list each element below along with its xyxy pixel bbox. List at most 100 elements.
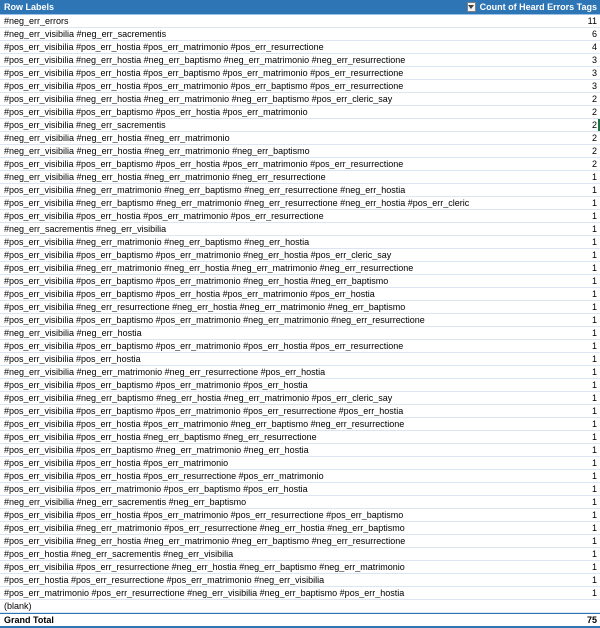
table-row[interactable]: #neg_err_sacrementis #neg_err_visibilia 1	[0, 223, 600, 236]
row-count: 2	[591, 107, 597, 117]
row-label: #pos_err_visibilia #neg_err_matrimonio #…	[4, 185, 406, 195]
row-count: 1	[591, 263, 597, 273]
row-label: #pos_err_visibilia #pos_err_hostia #pos_…	[4, 471, 324, 481]
table-row[interactable]: #pos_err_visibilia #neg_err_resurrection…	[0, 301, 600, 314]
table-row[interactable]: #neg_err_visibilia #neg_err_hostia #neg_…	[0, 132, 600, 145]
row-count: 1	[591, 276, 597, 286]
row-count: 1	[591, 510, 597, 520]
table-row[interactable]: #pos_err_visibilia #pos_err_baptismo #po…	[0, 379, 600, 392]
row-label: #pos_err_visibilia #pos_err_baptismo #po…	[4, 276, 389, 286]
count-header-cell: Count of Heard Errors Tags	[467, 2, 600, 12]
row-label: #pos_err_visibilia #neg_err_matrimonio #…	[4, 523, 405, 533]
table-row[interactable]: #pos_err_visibilia #pos_err_baptismo #po…	[0, 249, 600, 262]
table-row[interactable]: #pos_err_visibilia #pos_err_baptismo #po…	[0, 288, 600, 301]
table-row[interactable]: #pos_err_visibilia #neg_err_matrimonio #…	[0, 184, 600, 197]
row-count: 3	[591, 68, 597, 78]
table-row[interactable]: #pos_err_visibilia #pos_err_baptismo #po…	[0, 106, 600, 119]
row-count: 1	[591, 432, 597, 442]
row-label: #pos_err_visibilia #neg_err_hostia #neg_…	[4, 94, 393, 104]
row-label: #pos_err_visibilia #pos_err_baptismo #ne…	[4, 445, 309, 455]
row-label: #pos_err_visibilia #pos_err_baptismo #po…	[4, 380, 308, 390]
table-row[interactable]: #pos_err_visibilia #pos_err_hostia 1	[0, 353, 600, 366]
row-label: #pos_err_visibilia #pos_err_hostia #pos_…	[4, 510, 404, 520]
row-count: 1	[591, 471, 597, 481]
table-row[interactable]: #pos_err_visibilia #pos_err_matrimonio #…	[0, 483, 600, 496]
table-row[interactable]: #neg_err_visibilia #neg_err_hostia #neg_…	[0, 171, 600, 184]
row-label: #pos_err_visibilia #pos_err_baptismo #po…	[4, 250, 392, 260]
table-row[interactable]: #pos_err_visibilia #pos_err_hostia #pos_…	[0, 41, 600, 54]
filter-dropdown-button[interactable]	[467, 2, 476, 12]
table-row[interactable]: (blank)	[0, 600, 600, 613]
table-row[interactable]: #pos_err_visibilia #neg_err_hostia #neg_…	[0, 535, 600, 548]
row-count: 1	[591, 224, 597, 234]
row-count: 1	[591, 406, 597, 416]
row-count: 1	[591, 211, 597, 221]
count-header-label[interactable]: Count of Heard Errors Tags	[480, 2, 597, 12]
row-count: 1	[591, 536, 597, 546]
table-row[interactable]: #pos_err_visibilia #pos_err_hostia #pos_…	[0, 470, 600, 483]
grand-total-row[interactable]: Grand Total 75	[0, 613, 600, 628]
table-row[interactable]: #pos_err_visibilia #pos_err_hostia #pos_…	[0, 457, 600, 470]
table-row[interactable]: #pos_err_visibilia #pos_err_baptismo #po…	[0, 275, 600, 288]
table-row[interactable]: #pos_err_visibilia #neg_err_baptismo #ne…	[0, 392, 600, 405]
table-row[interactable]: #pos_err_visibilia #neg_err_baptismo #ne…	[0, 197, 600, 210]
table-row[interactable]: #neg_err_errors 11	[0, 15, 600, 28]
row-label: #pos_err_visibilia #neg_err_sacrementis	[4, 120, 166, 130]
table-row[interactable]: #pos_err_visibilia #pos_err_resurrection…	[0, 561, 600, 574]
table-row[interactable]: #pos_err_visibilia #pos_err_hostia #pos_…	[0, 210, 600, 223]
table-row[interactable]: #neg_err_visibilia #neg_err_sacrementis …	[0, 496, 600, 509]
table-row[interactable]: #pos_err_visibilia #pos_err_baptismo #po…	[0, 340, 600, 353]
row-count: 2	[591, 94, 597, 104]
table-row[interactable]: #pos_err_hostia #pos_err_resurrectione #…	[0, 574, 600, 587]
table-row[interactable]: #neg_err_visibilia #neg_err_matrimonio #…	[0, 366, 600, 379]
row-label: #pos_err_visibilia #pos_err_baptismo #po…	[4, 341, 404, 351]
table-row[interactable]: #pos_err_visibilia #neg_err_matrimonio #…	[0, 262, 600, 275]
row-count: 1	[591, 562, 597, 572]
row-label: #pos_err_hostia #neg_err_sacrementis #ne…	[4, 549, 234, 559]
table-row[interactable]: #neg_err_visibilia #neg_err_hostia #neg_…	[0, 145, 600, 158]
table-row[interactable]: #pos_err_visibilia #pos_err_baptismo #ne…	[0, 444, 600, 457]
table-row[interactable]: #pos_err_visibilia #pos_err_baptismo #po…	[0, 314, 600, 327]
table-row[interactable]: #pos_err_visibilia #pos_err_hostia #neg_…	[0, 431, 600, 444]
table-row[interactable]: #pos_err_visibilia #pos_err_hostia #pos_…	[0, 67, 600, 80]
row-count: 1	[591, 588, 597, 598]
row-label: (blank)	[4, 601, 32, 611]
table-row[interactable]: #pos_err_visibilia #pos_err_baptismo #po…	[0, 405, 600, 418]
table-row[interactable]: #pos_err_visibilia #pos_err_baptismo #po…	[0, 158, 600, 171]
table-row[interactable]: #neg_err_visibilia #neg_err_sacrementis 6	[0, 28, 600, 41]
row-count: 11	[587, 16, 597, 26]
table-row[interactable]: #pos_err_hostia #neg_err_sacrementis #ne…	[0, 548, 600, 561]
row-label: #pos_err_matrimonio #pos_err_resurrectio…	[4, 588, 405, 598]
table-row[interactable]: #pos_err_visibilia #pos_err_hostia #pos_…	[0, 509, 600, 522]
row-labels-header[interactable]: Row Labels	[0, 2, 467, 12]
row-label: #pos_err_visibilia #pos_err_hostia #pos_…	[4, 42, 324, 52]
table-row[interactable]: #pos_err_visibilia #neg_err_matrimonio #…	[0, 236, 600, 249]
row-count: 3	[591, 81, 597, 91]
table-row[interactable]: #pos_err_matrimonio #pos_err_resurrectio…	[0, 587, 600, 600]
table-row[interactable]: #pos_err_visibilia #neg_err_matrimonio #…	[0, 522, 600, 535]
row-count: 1	[591, 458, 597, 468]
row-count: 1	[591, 198, 597, 208]
row-count: 1	[591, 328, 597, 338]
grand-total-count: 75	[586, 615, 597, 625]
row-count: 2	[591, 133, 597, 143]
table-row[interactable]: #neg_err_visibilia #neg_err_hostia 1	[0, 327, 600, 340]
row-count: 3	[591, 55, 597, 65]
row-count: 1	[591, 484, 597, 494]
row-label: #neg_err_errors	[4, 16, 69, 26]
row-label: #pos_err_visibilia #neg_err_baptismo #ne…	[4, 393, 393, 403]
row-label: #pos_err_visibilia #pos_err_baptismo #po…	[4, 406, 404, 416]
table-row[interactable]: #pos_err_visibilia #pos_err_hostia #pos_…	[0, 80, 600, 93]
row-label: #neg_err_visibilia #neg_err_matrimonio #…	[4, 367, 326, 377]
row-count: 2	[591, 120, 597, 130]
table-row[interactable]: #pos_err_visibilia #neg_err_sacrementis 2	[0, 119, 600, 132]
table-row[interactable]: #pos_err_visibilia #neg_err_hostia #neg_…	[0, 54, 600, 67]
table-row[interactable]: #pos_err_visibilia #pos_err_hostia #pos_…	[0, 418, 600, 431]
row-label: #neg_err_visibilia #neg_err_hostia #neg_…	[4, 172, 326, 182]
chevron-down-icon	[468, 5, 475, 9]
grand-total-label: Grand Total	[4, 615, 54, 625]
table-row[interactable]: #pos_err_visibilia #neg_err_hostia #neg_…	[0, 93, 600, 106]
row-count: 1	[591, 380, 597, 390]
row-count: 1	[591, 497, 597, 507]
row-count: 1	[591, 419, 597, 429]
